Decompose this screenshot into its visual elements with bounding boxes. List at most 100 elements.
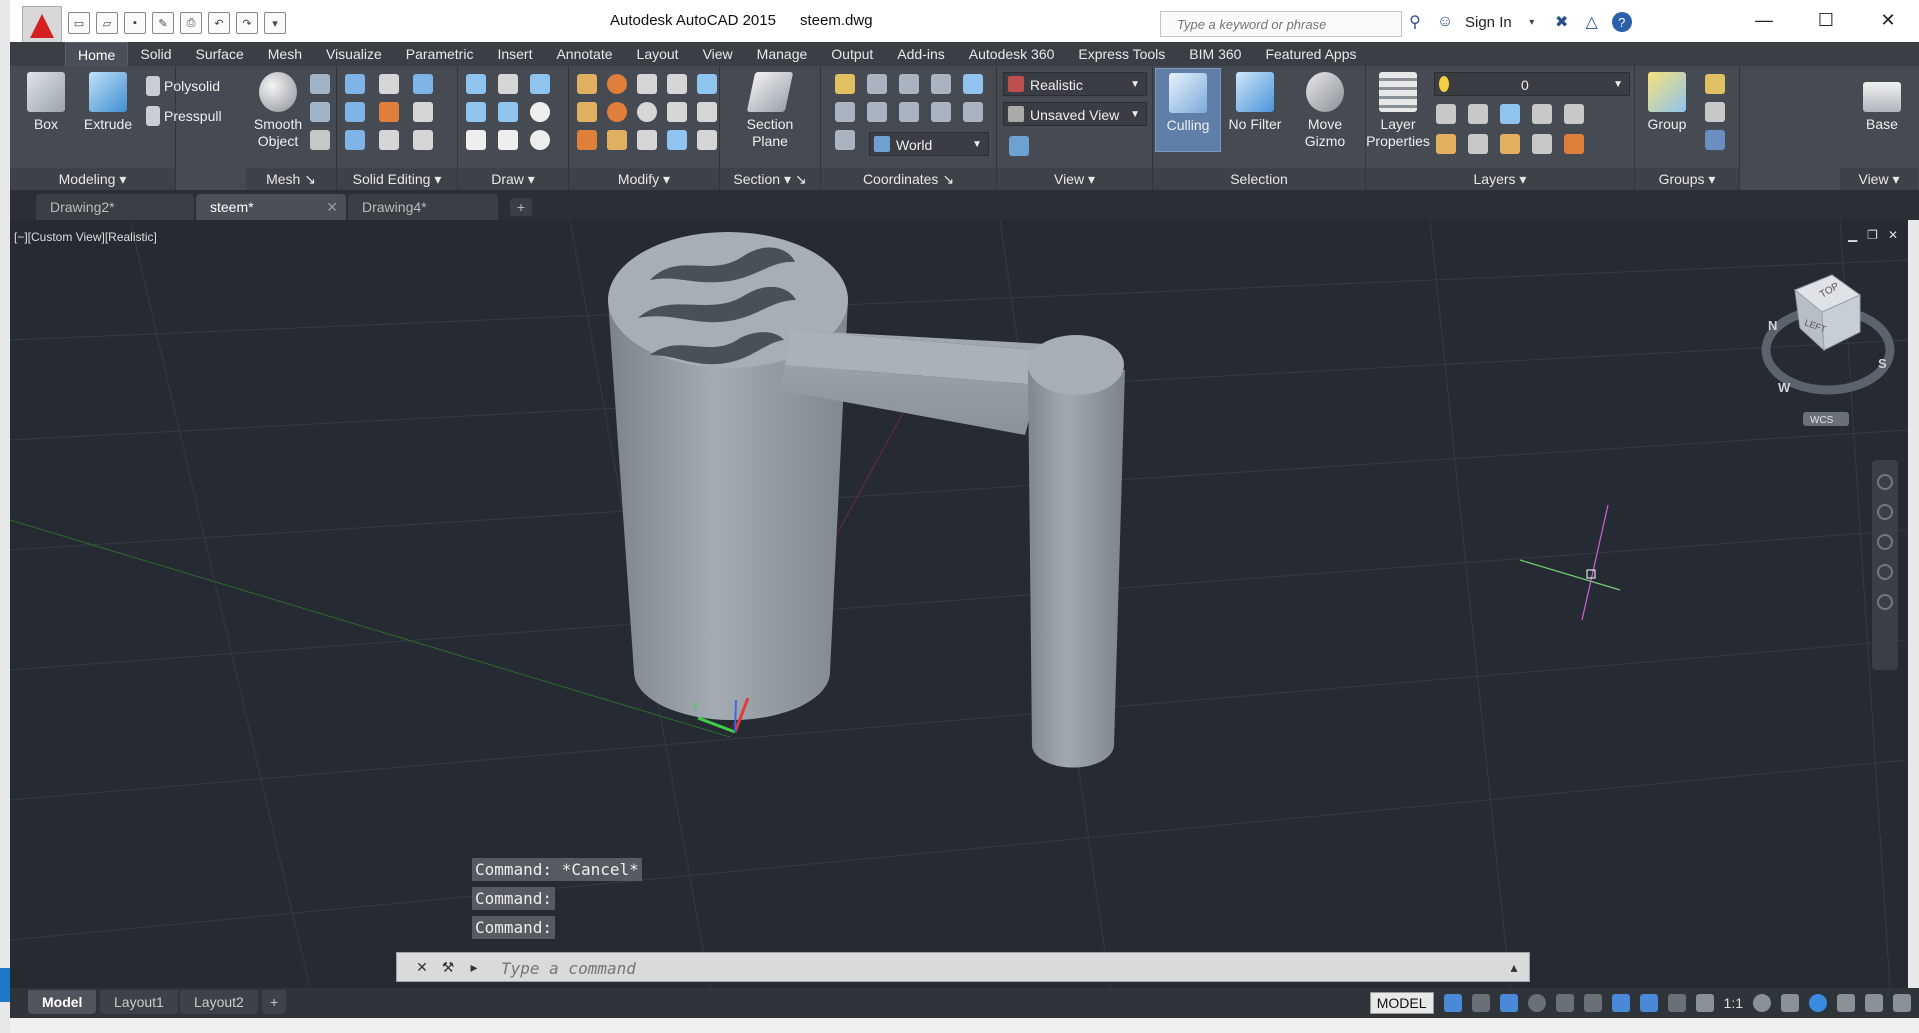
viewport-minimize-icon[interactable]: ▁ bbox=[1848, 228, 1857, 242]
box-button[interactable]: Box bbox=[14, 72, 78, 133]
autoscale-icon[interactable] bbox=[1667, 994, 1686, 1012]
smooth-object-button[interactable]: Smooth Object bbox=[246, 72, 310, 150]
tab-parametric[interactable]: Parametric bbox=[394, 42, 486, 66]
annotation-scale-icon[interactable] bbox=[1695, 994, 1714, 1012]
ucs-world-icon[interactable] bbox=[867, 74, 887, 94]
doc-tab-steem[interactable]: steem* ✕ bbox=[196, 194, 346, 220]
group-button[interactable]: Group bbox=[1635, 72, 1699, 133]
wrench-icon[interactable]: ⚒ bbox=[439, 958, 457, 976]
ucs-face-icon[interactable] bbox=[835, 130, 855, 150]
maximize-button[interactable]: ☐ bbox=[1795, 0, 1857, 40]
panel-label-mesh[interactable]: Mesh ↘ bbox=[246, 168, 336, 190]
presspull-button[interactable]: Presspull bbox=[146, 104, 222, 128]
explode-icon[interactable] bbox=[697, 130, 717, 150]
close-icon[interactable]: ✕ bbox=[413, 958, 431, 976]
layer-unlock-icon[interactable] bbox=[1532, 134, 1552, 154]
viewport-controls-label[interactable]: [−][Custom View][Realistic] bbox=[14, 230, 157, 244]
layer-properties-button[interactable]: Layer Properties bbox=[1366, 72, 1430, 150]
layout-tab-layout2[interactable]: Layout2 bbox=[180, 990, 258, 1014]
minimize-button[interactable]: — bbox=[1733, 0, 1795, 40]
annotation-visibility-icon[interactable] bbox=[1639, 994, 1658, 1012]
viewport-config-icon[interactable] bbox=[1009, 136, 1029, 156]
ucs-z-icon[interactable] bbox=[963, 74, 983, 94]
panel-label-section[interactable]: Section ▾ ↘ bbox=[720, 168, 820, 190]
layer-freeze-icon[interactable] bbox=[1500, 104, 1520, 124]
zoom-extents-icon[interactable] bbox=[1877, 534, 1893, 550]
command-prompt-icon[interactable]: ▸ bbox=[465, 958, 483, 976]
layer-dropdown[interactable]: 0 ▼ bbox=[1434, 72, 1630, 96]
mesh-smooth-less-icon[interactable] bbox=[310, 102, 330, 122]
ucs-3point-icon[interactable] bbox=[899, 102, 919, 122]
exchange-apps-icon[interactable]: ✖ bbox=[1552, 12, 1572, 32]
polyline-icon[interactable] bbox=[466, 74, 486, 94]
panel-label-view[interactable]: View ▾ bbox=[997, 168, 1152, 190]
mesh-smooth-more-icon[interactable] bbox=[310, 74, 330, 94]
tab-featured-apps[interactable]: Featured Apps bbox=[1253, 42, 1368, 66]
large-cylinder[interactable] bbox=[608, 232, 848, 720]
model-space-button[interactable]: MODEL bbox=[1369, 992, 1434, 1014]
layer-lock-icon[interactable] bbox=[1532, 104, 1552, 124]
tab-express-tools[interactable]: Express Tools bbox=[1066, 42, 1177, 66]
ucs-origin-icon[interactable] bbox=[835, 102, 855, 122]
mesh-refine-icon[interactable] bbox=[310, 130, 330, 150]
search-input[interactable] bbox=[1161, 12, 1399, 36]
imprint-icon[interactable] bbox=[379, 130, 399, 150]
3d-rotate-icon[interactable] bbox=[607, 102, 627, 122]
polysolid-button[interactable]: Polysolid bbox=[146, 74, 220, 98]
sign-in-link[interactable]: Sign In bbox=[1465, 14, 1512, 31]
rotate-icon[interactable] bbox=[637, 102, 657, 122]
offset-icon[interactable] bbox=[697, 74, 717, 94]
panel-label-modeling[interactable]: Modeling ▾ bbox=[10, 168, 175, 190]
line-icon[interactable] bbox=[498, 102, 518, 122]
customize-qat-icon[interactable]: ▾ bbox=[264, 12, 286, 34]
ucs-icon[interactable] bbox=[835, 74, 855, 94]
viewcube[interactable]: TOP LEFT N S W WCS bbox=[1761, 274, 1895, 426]
snap-icon[interactable] bbox=[1471, 994, 1490, 1012]
extract-edges-icon[interactable] bbox=[379, 74, 399, 94]
layer-match-icon[interactable] bbox=[1564, 104, 1584, 124]
osnap-icon[interactable] bbox=[1555, 994, 1574, 1012]
tab-output[interactable]: Output bbox=[819, 42, 885, 66]
tab-home[interactable]: Home bbox=[65, 42, 129, 67]
small-cylinder[interactable] bbox=[1028, 335, 1125, 768]
ucs-zaxis-icon[interactable] bbox=[931, 102, 951, 122]
array-icon[interactable] bbox=[667, 130, 687, 150]
tab-layout[interactable]: Layout bbox=[625, 42, 691, 66]
panel-label-groups[interactable]: Groups ▾ bbox=[1635, 168, 1739, 190]
tab-manage[interactable]: Manage bbox=[745, 42, 820, 66]
close-button[interactable]: ✕ bbox=[1857, 0, 1919, 40]
stretch-icon[interactable] bbox=[697, 102, 717, 122]
viewport-close-icon[interactable]: ✕ bbox=[1888, 228, 1898, 242]
workspace-gear-icon[interactable] bbox=[1753, 994, 1771, 1012]
panel-label-coordinates[interactable]: Coordinates ↘ bbox=[821, 168, 996, 190]
fillet-icon[interactable] bbox=[577, 102, 597, 122]
command-input[interactable] bbox=[499, 955, 1483, 981]
tab-view[interactable]: View bbox=[691, 42, 745, 66]
arc-icon[interactable] bbox=[530, 74, 550, 94]
tab-mesh[interactable]: Mesh bbox=[256, 42, 314, 66]
trim-icon[interactable] bbox=[577, 74, 597, 94]
new-icon[interactable]: ▭ bbox=[68, 12, 90, 34]
slice-icon[interactable] bbox=[379, 102, 399, 122]
subtract-icon[interactable] bbox=[345, 102, 365, 122]
scale-icon[interactable] bbox=[637, 130, 657, 150]
named-view-dropdown[interactable]: Unsaved View ▼ bbox=[1003, 102, 1147, 126]
layer-previous-icon[interactable] bbox=[1564, 134, 1584, 154]
culling-button[interactable]: Culling bbox=[1155, 68, 1221, 152]
layer-thaw-icon[interactable] bbox=[1500, 134, 1520, 154]
layer-unisolate-icon[interactable] bbox=[1468, 134, 1488, 154]
dynamic-ucs-icon[interactable] bbox=[1611, 994, 1630, 1012]
mirror-icon[interactable] bbox=[667, 102, 687, 122]
undo-icon[interactable]: ↶ bbox=[208, 12, 230, 34]
tab-annotate[interactable]: Annotate bbox=[544, 42, 624, 66]
panel-label-draw[interactable]: Draw ▾ bbox=[458, 168, 568, 190]
layer-off-icon[interactable] bbox=[1436, 104, 1456, 124]
spline-icon[interactable] bbox=[466, 102, 486, 122]
visual-style-dropdown[interactable]: Realistic ▼ bbox=[1003, 72, 1147, 96]
wcs-menu[interactable]: WCS bbox=[1810, 415, 1834, 426]
panel-label-solid-editing[interactable]: Solid Editing ▾ bbox=[337, 168, 457, 190]
customization-menu-icon[interactable] bbox=[1893, 994, 1911, 1012]
extrude-faces-icon[interactable] bbox=[413, 74, 433, 94]
binoculars-icon[interactable]: ⚲ bbox=[1405, 12, 1425, 32]
chevron-up-icon[interactable]: ▴ bbox=[1505, 958, 1523, 976]
